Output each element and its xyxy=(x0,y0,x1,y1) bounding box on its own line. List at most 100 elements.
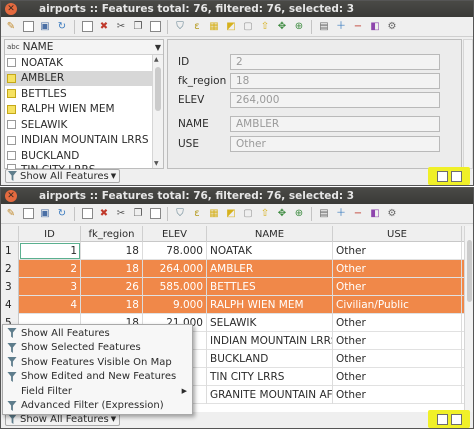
conditional-formatting-icon[interactable]: ◧ xyxy=(368,20,382,34)
form-scrollbar[interactable] xyxy=(463,39,473,169)
delete-icon[interactable]: ✖ xyxy=(97,207,111,221)
scrollbar-thumb[interactable] xyxy=(155,67,161,111)
cut-icon[interactable]: ✂ xyxy=(114,20,128,34)
cell-use[interactable]: Other xyxy=(333,260,462,278)
new-field-icon[interactable]: ＋ xyxy=(334,207,348,221)
pencil-icon[interactable]: ✎ xyxy=(4,207,18,221)
row-header[interactable]: 2 xyxy=(2,260,19,278)
cell-use[interactable]: Other xyxy=(333,278,462,296)
feature-list-item[interactable]: INDIAN MOUNTAIN LRRS xyxy=(5,133,153,149)
delete-icon[interactable]: ✖ xyxy=(97,20,111,34)
feature-list-item[interactable]: BUCKLAND xyxy=(5,148,153,164)
copy-icon[interactable]: ❐ xyxy=(131,207,145,221)
cell-id[interactable]: 1 xyxy=(19,242,81,260)
column-header-fk-region[interactable]: fk_region xyxy=(81,226,143,242)
row-header[interactable]: 4 xyxy=(2,296,19,314)
cell-elev[interactable]: 9.000 xyxy=(143,296,207,314)
new-field-icon[interactable]: ＋ xyxy=(334,20,348,34)
form-view-icon[interactable] xyxy=(436,170,448,182)
pencil-icon[interactable]: ✎ xyxy=(4,20,18,34)
reload-icon[interactable]: ↻ xyxy=(55,207,69,221)
move-selection-top-icon[interactable]: ⇧ xyxy=(258,20,272,34)
paste-icon[interactable] xyxy=(148,20,162,34)
cell-name[interactable]: GRANITE MOUNTAIN AFS xyxy=(207,386,333,404)
cell-use[interactable]: Other xyxy=(333,242,462,260)
table-row[interactable]: 3 3 26 585.000 BETTLES Other xyxy=(2,278,464,296)
feature-list-item[interactable]: NOATAK xyxy=(5,55,153,71)
scroll-down-icon[interactable]: ▼ xyxy=(154,160,159,167)
copy-icon[interactable]: ❐ xyxy=(131,20,145,34)
cell-fk-region[interactable]: 18 xyxy=(81,260,143,278)
field-value-input[interactable]: AMBLER xyxy=(230,115,440,132)
actions-icon[interactable]: ⚙ xyxy=(385,20,399,34)
invert-selection-icon[interactable]: ◩ xyxy=(224,207,238,221)
actions-icon[interactable]: ⚙ xyxy=(385,207,399,221)
selection-checkbox[interactable] xyxy=(7,120,16,130)
select-all-icon[interactable]: ▦ xyxy=(207,20,221,34)
close-window-button[interactable]: ✕ xyxy=(5,3,17,15)
column-header-use[interactable]: USE xyxy=(333,226,462,242)
menu-item-show-edited-and-new-features[interactable]: Show Edited and New Features xyxy=(3,370,192,385)
table-view-icon[interactable] xyxy=(450,170,462,182)
delete-field-icon[interactable]: − xyxy=(351,20,365,34)
menu-item-show-selected-features[interactable]: Show Selected Features xyxy=(3,341,192,356)
paste-icon[interactable] xyxy=(148,207,162,221)
cell-name[interactable]: BUCKLAND xyxy=(207,350,333,368)
row-header[interactable]: 1 xyxy=(2,242,19,260)
display-expression-header[interactable]: abc NAME ▼ xyxy=(5,40,163,55)
table-row[interactable]: 1 1 18 78.000 NOATAK Other xyxy=(2,242,464,260)
column-header-id[interactable]: ID xyxy=(19,226,81,242)
cell-id[interactable]: 2 xyxy=(19,260,81,278)
zoom-to-selection-icon[interactable]: ⊕ xyxy=(292,20,306,34)
cell-name[interactable]: AMBLER xyxy=(207,260,333,278)
cell-fk-region[interactable]: 18 xyxy=(81,296,143,314)
feature-list-item[interactable]: BETTLES xyxy=(5,86,153,102)
pan-to-selection-icon[interactable]: ✥ xyxy=(275,207,289,221)
reload-icon[interactable]: ↻ xyxy=(55,20,69,34)
add-feature-icon[interactable] xyxy=(80,207,94,221)
filter-expression-icon[interactable]: ⛉ xyxy=(173,207,187,221)
cell-name[interactable]: TIN CITY LRRS xyxy=(207,368,333,386)
menu-item-show-features-visible-on-map[interactable]: Show Features Visible On Map xyxy=(3,355,192,370)
save-icon[interactable]: ▣ xyxy=(38,20,52,34)
cell-use[interactable]: Other xyxy=(333,386,462,404)
table-view-icon[interactable] xyxy=(450,413,462,425)
invert-selection-icon[interactable]: ◩ xyxy=(224,20,238,34)
zoom-to-selection-icon[interactable]: ⊕ xyxy=(292,207,306,221)
pan-to-selection-icon[interactable]: ✥ xyxy=(275,20,289,34)
chevron-down-icon[interactable]: ▼ xyxy=(155,43,161,52)
form-view-icon[interactable] xyxy=(436,413,448,425)
select-by-expression-icon[interactable]: ε xyxy=(190,207,204,221)
cell-elev[interactable]: 264.000 xyxy=(143,260,207,278)
field-value-input[interactable]: Other xyxy=(230,135,440,152)
feature-list-scrollbar[interactable]: ▲ ▼ xyxy=(152,55,163,168)
feature-list-item[interactable]: AMBLER xyxy=(5,70,153,86)
feature-list-item[interactable]: SELAWIK xyxy=(5,117,153,133)
add-feature-icon[interactable] xyxy=(80,20,94,34)
selection-checkbox[interactable] xyxy=(7,58,16,68)
cell-use[interactable]: Other xyxy=(333,368,462,386)
selection-checkbox[interactable] xyxy=(7,151,16,161)
filter-expression-icon[interactable]: ⛉ xyxy=(173,20,187,34)
selection-checkbox[interactable] xyxy=(7,135,16,145)
cell-name[interactable]: RALPH WIEN MEM xyxy=(207,296,333,314)
column-header-elev[interactable]: ELEV xyxy=(143,226,207,242)
scroll-up-icon[interactable]: ▲ xyxy=(154,56,159,63)
cell-name[interactable]: BETTLES xyxy=(207,278,333,296)
multi-edit-icon[interactable] xyxy=(21,207,35,221)
field-calculator-icon[interactable]: ▤ xyxy=(317,207,331,221)
menu-item-field-filter[interactable]: Field Filter ▶ xyxy=(3,384,192,399)
selection-checkbox[interactable] xyxy=(7,73,16,83)
table-row[interactable]: 2 2 18 264.000 AMBLER Other xyxy=(2,260,464,278)
multi-edit-icon[interactable] xyxy=(21,20,35,34)
cell-id[interactable]: 3 xyxy=(19,278,81,296)
table-corner[interactable] xyxy=(2,226,19,242)
cell-use[interactable]: Other xyxy=(333,314,462,332)
cell-use[interactable]: Civilian/Public xyxy=(333,296,462,314)
cell-name[interactable]: INDIAN MOUNTAIN LRRS xyxy=(207,332,333,350)
cell-use[interactable]: Other xyxy=(333,332,462,350)
cell-fk-region[interactable]: 26 xyxy=(81,278,143,296)
menu-item-advanced-filter-expression[interactable]: Advanced Filter (Expression) xyxy=(3,399,192,414)
feature-list-item[interactable]: RALPH WIEN MEM xyxy=(5,102,153,118)
close-window-button[interactable]: ✕ xyxy=(5,190,17,202)
